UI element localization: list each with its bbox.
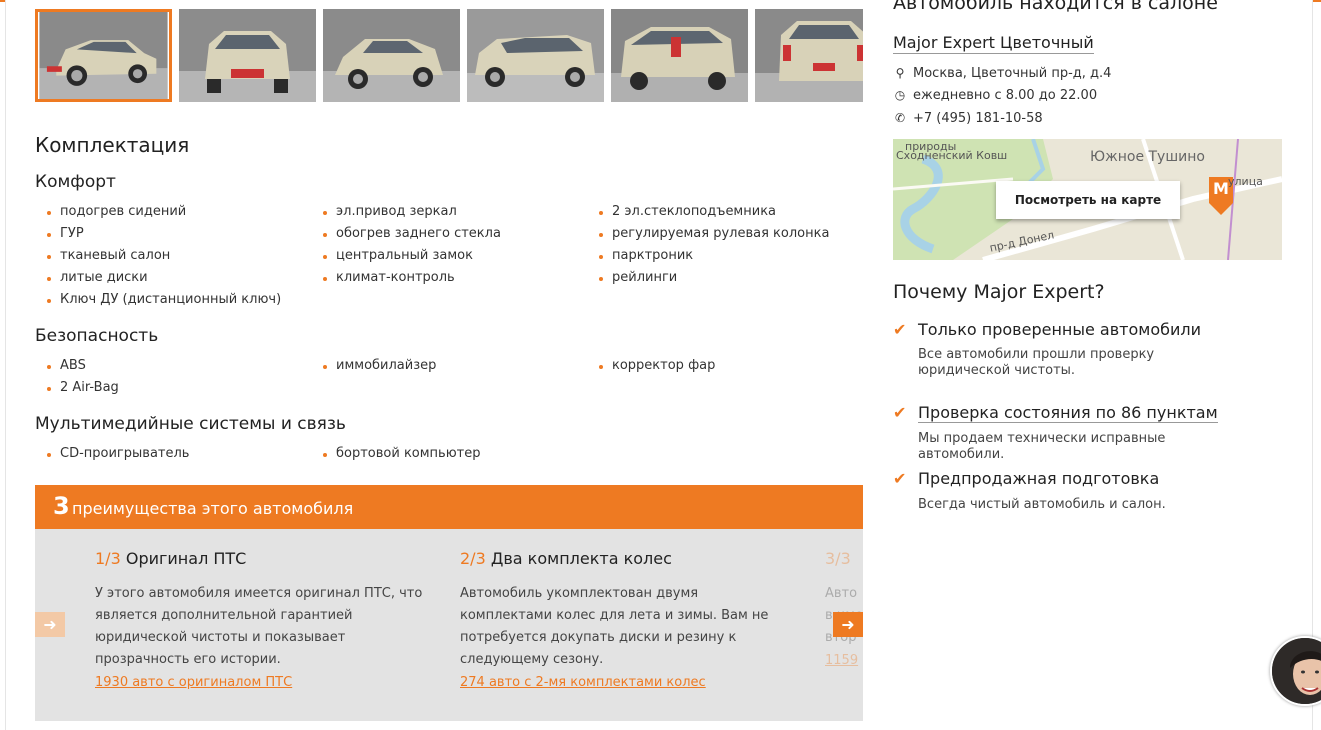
thumbnail-5[interactable] <box>611 9 748 102</box>
thumbnail-3[interactable] <box>323 9 460 102</box>
checkmark-icon: ✔ <box>893 320 907 339</box>
car-photo-front-right <box>323 9 460 102</box>
car-photo-rear-left <box>611 9 748 102</box>
spec-item: иммобилайзер <box>322 358 437 373</box>
spec-item: регулируемая рулевая колонка <box>598 226 830 241</box>
car-photo-rear <box>755 9 863 102</box>
dealer-address-text: Москва, Цветочный пр-д, д.4 <box>913 66 1112 81</box>
dealer-phone[interactable]: ✆ +7 (495) 181-10-58 <box>893 111 1043 126</box>
advantages-count: 3 <box>53 492 70 520</box>
map-label-district: Южное Тушино <box>1090 149 1205 165</box>
map-marker-icon[interactable]: M <box>1211 179 1231 198</box>
why-text: Всегда чистый автомобиль и салон. <box>918 497 1166 512</box>
advantage-link[interactable]: 274 авто с 2-мя комплектами колес <box>460 675 790 690</box>
dealer-hours-text: ежедневно с 8.00 до 22.00 <box>913 88 1098 103</box>
advantage-card-title: 2/3 Два комплекта колес <box>460 549 790 568</box>
checkmark-icon: ✔ <box>893 469 907 488</box>
spec-item: климат-контроль <box>323 270 455 285</box>
spec-item: Ключ ДУ (дистанционный ключ) <box>46 292 282 307</box>
why-text: Мы продаем технически исправные автомоби… <box>918 431 1166 462</box>
advantage-link[interactable]: 1159 <box>825 653 863 668</box>
dealer-hours: ◷ ежедневно с 8.00 до 22.00 <box>893 88 1097 103</box>
spec-item: эл.привод зеркал <box>323 204 457 219</box>
group-title-comfort: Комфорт <box>35 172 116 192</box>
advantage-card: 3/3 Авто в име втор 1159 <box>825 549 863 668</box>
spec-item: центральный замок <box>323 248 473 263</box>
advantage-text: У этого автомобиля имеется оригинал ПТС,… <box>95 586 423 667</box>
consultant-avatar-icon <box>1272 638 1321 704</box>
spec-item: ГУР <box>47 226 84 241</box>
view-on-map-button[interactable]: Посмотреть на карте <box>996 181 1180 219</box>
spec-item: обогрев заднего стекла <box>323 226 501 241</box>
thumbnail-2[interactable] <box>179 9 316 102</box>
dealer-name-link[interactable]: Major Expert Цветочный <box>893 33 1094 54</box>
advantage-card: 2/3 Два комплекта колес Автомобиль укомп… <box>460 549 790 690</box>
spec-item: бортовой компьютер <box>323 446 481 461</box>
advantage-card-title: 3/3 <box>825 549 863 568</box>
photo-gallery <box>35 9 863 102</box>
spec-item: подогрев сидений <box>46 204 187 219</box>
spec-item: парктроник <box>598 248 694 263</box>
phone-icon: ✆ <box>894 111 906 125</box>
why-heading: Почему Major Expert? <box>893 281 1105 303</box>
clock-icon: ◷ <box>894 88 906 102</box>
carousel-prev-button[interactable]: ➜ <box>35 612 65 637</box>
spec-item: рейлинги <box>598 270 678 285</box>
location-pin-icon: ⚲ <box>895 66 905 80</box>
why-title: Только проверенные автомобили <box>918 320 1202 339</box>
thumbnail-4[interactable] <box>467 9 604 102</box>
spec-item: ABS <box>47 358 86 373</box>
advantage-card: 1/3 Оригинал ПТС У этого автомобиля имее… <box>95 549 425 690</box>
advantage-card-title: 1/3 Оригинал ПТС <box>95 549 425 568</box>
car-photo-front <box>179 9 316 102</box>
car-photo-side <box>467 9 604 102</box>
thumbnail-1[interactable] <box>35 9 172 102</box>
advantages-carousel: 1/3 Оригинал ПТС У этого автомобиля имее… <box>35 529 863 721</box>
spec-item: тканевый салон <box>46 248 171 263</box>
equipment-title: Комплектация <box>35 133 190 157</box>
map-label: Сходненский Ковш <box>896 149 1008 162</box>
advantage-title: Два комплекта колес <box>490 549 672 568</box>
group-title-multimedia: Мультимедийные системы и связь <box>35 414 346 434</box>
advantage-index: 3/3 <box>825 549 851 568</box>
spec-item: 2 эл.стеклоподъемника <box>598 204 777 219</box>
group-title-safety: Безопасность <box>35 326 159 346</box>
dealer-map[interactable]: природы Сходненский Ковш Южное Тушино ул… <box>893 139 1282 260</box>
arrow-left-icon: ➜ <box>43 615 57 634</box>
car-photo-front-left <box>39 12 168 99</box>
checkmark-icon: ✔ <box>893 403 907 422</box>
map-label: улица <box>1228 175 1263 188</box>
advantage-link[interactable]: 1930 авто с оригиналом ПТС <box>95 675 425 690</box>
why-title-link[interactable]: Проверка состояния по 86 пунктам <box>918 403 1218 423</box>
why-text: Все автомобили прошли проверку юридическ… <box>918 347 1155 378</box>
spec-item: 2 Air-Bag <box>47 380 119 395</box>
advantage-text: Автомобиль укомплектован двумя комплекта… <box>460 586 769 667</box>
spec-item: CD-проигрыватель <box>46 446 190 461</box>
advantage-title: Оригинал ПТС <box>125 549 247 568</box>
dealer-phone-text[interactable]: +7 (495) 181-10-58 <box>913 111 1043 126</box>
advantage-index: 2/3 <box>460 549 486 568</box>
advantages-header: 3 преимущества этого автомобиля <box>35 485 863 529</box>
advantages-header-text: преимущества этого автомобиля <box>72 499 354 518</box>
thumbnail-6[interactable] <box>755 9 863 102</box>
dealer-heading: Автомобиль находится в салоне <box>893 0 1218 14</box>
dealer-address: ⚲ Москва, Цветочный пр-д, д.4 <box>893 66 1112 81</box>
arrow-right-icon: ➜ <box>841 615 855 634</box>
spec-item: корректор фар <box>598 358 716 373</box>
carousel-next-button[interactable]: ➜ <box>833 612 863 637</box>
why-title: Предпродажная подготовка <box>918 469 1160 488</box>
spec-item: литые диски <box>47 270 148 285</box>
advantage-index: 1/3 <box>95 549 121 568</box>
